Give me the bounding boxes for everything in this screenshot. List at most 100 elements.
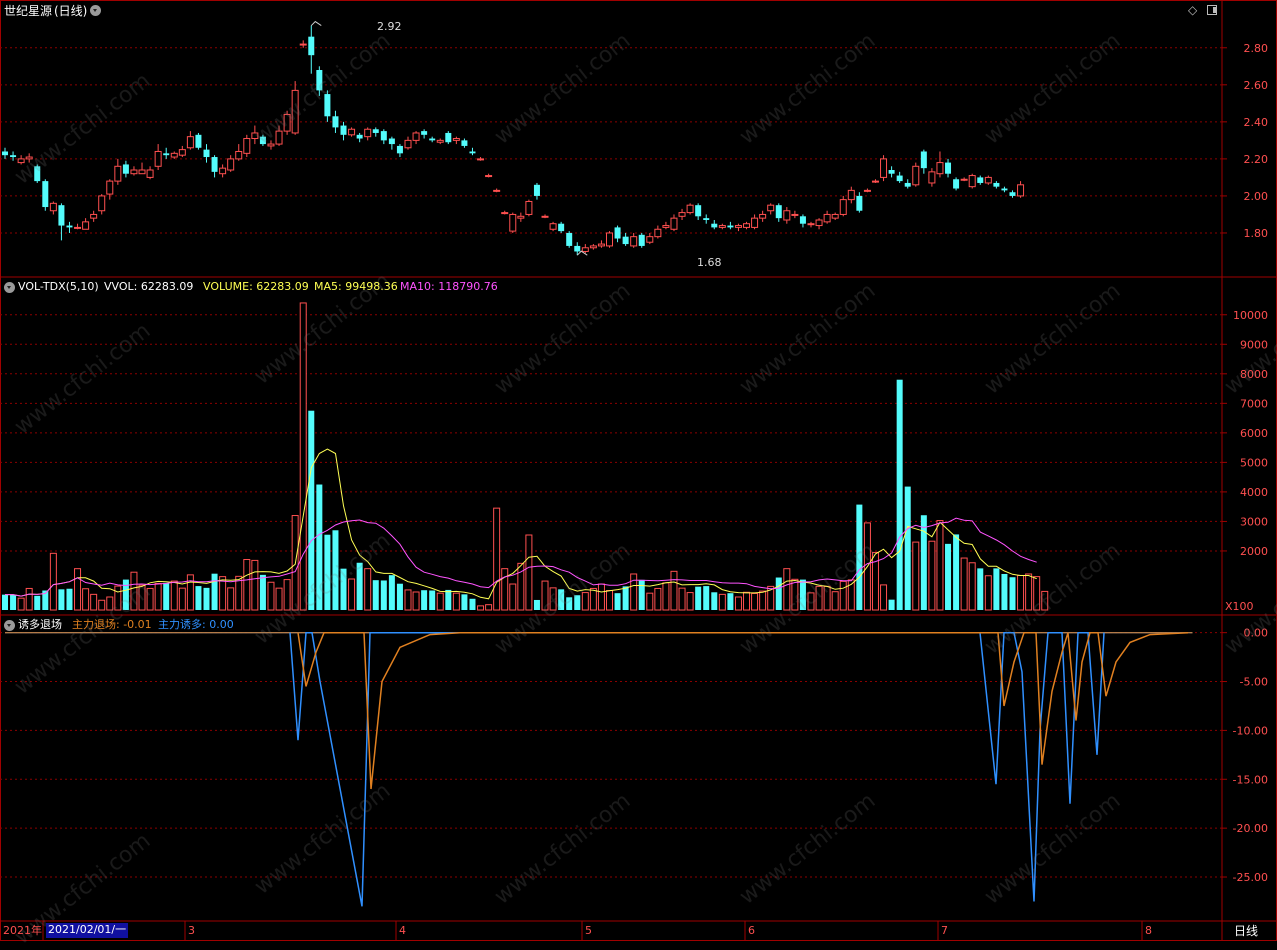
volume-bar: [655, 588, 661, 610]
volume-bar: [18, 598, 24, 610]
candle-body: [695, 205, 701, 216]
candle-body: [590, 246, 596, 248]
period-label: (日线): [54, 4, 87, 18]
candle-body: [204, 150, 210, 157]
ma10-value: MA10: 118790.76: [400, 280, 498, 294]
candle-body: [1018, 185, 1024, 196]
candle-body: [42, 181, 48, 207]
volume-bar: [921, 515, 927, 610]
candle-body: [735, 226, 741, 228]
candle-body: [58, 205, 64, 225]
candle-body: [582, 248, 588, 252]
candle-body: [897, 176, 903, 182]
chevron-down-icon[interactable]: [90, 5, 101, 16]
candle-body: [405, 140, 411, 147]
volume-bar: [260, 575, 266, 610]
candle-body: [872, 181, 878, 182]
candle-body: [848, 190, 854, 199]
chart-stage[interactable]: 1.802.002.202.402.602.802000300040005000…: [0, 0, 1277, 941]
candle-body: [671, 218, 677, 229]
candle-body: [365, 129, 371, 136]
chevron-down-icon[interactable]: [4, 620, 15, 631]
volume-bar: [75, 569, 81, 610]
period-button[interactable]: 日线: [1234, 924, 1258, 938]
candle-body: [155, 151, 161, 166]
candle-body: [50, 203, 56, 210]
candle-body: [639, 235, 645, 246]
candle-body: [357, 135, 363, 139]
candle-body: [453, 139, 459, 141]
candle-body: [131, 170, 137, 174]
price-tick-label: 2.20: [1244, 153, 1269, 166]
volume-bar: [598, 584, 604, 610]
indicator-name: 诱多退场: [18, 618, 62, 632]
volume-bar: [50, 553, 56, 610]
candle-body: [856, 196, 862, 211]
candle-body: [429, 139, 435, 141]
volume-bar: [615, 593, 621, 610]
volume-bar: [719, 594, 725, 610]
candle-body: [615, 227, 621, 238]
chart-canvas[interactable]: 1.802.002.202.402.602.802000300040005000…: [0, 0, 1277, 941]
candle-body: [91, 214, 97, 218]
volume-bar: [26, 588, 32, 610]
chevron-down-icon[interactable]: [4, 282, 15, 293]
candle-body: [977, 177, 983, 183]
volume-bar: [1018, 575, 1024, 610]
month-label: 8: [1145, 924, 1152, 938]
indicator-tick-label: -5.00: [1240, 676, 1268, 689]
volume-bar: [937, 521, 943, 610]
candle-body: [518, 216, 524, 218]
volume-bar: [486, 605, 492, 610]
candle-body: [719, 226, 725, 228]
candle-body: [631, 237, 637, 246]
price-tick-label: 2.60: [1244, 79, 1269, 92]
candle-body: [421, 131, 427, 135]
month-label: 7: [941, 924, 948, 938]
volume-bar: [735, 597, 741, 610]
volume-bar: [647, 593, 653, 610]
candle-body: [816, 220, 822, 226]
volume-bar: [727, 593, 733, 610]
candle-body: [985, 177, 991, 183]
candle-body: [171, 153, 177, 157]
candle-body: [687, 205, 693, 212]
candle-body: [607, 233, 613, 246]
exit-spikes: [298, 633, 1188, 789]
volume-tick-label: 10000: [1233, 309, 1268, 322]
month-label: 4: [399, 924, 406, 938]
candle-body: [10, 155, 16, 157]
candle-body: [655, 229, 661, 236]
candle-body: [1010, 192, 1016, 196]
volume-bar: [461, 594, 467, 610]
indicator-tick-label: -20.00: [1233, 822, 1268, 835]
volume-bar: [244, 560, 250, 610]
lure-spikes: [290, 633, 1104, 907]
volume-bar: [252, 560, 258, 610]
diamond-icon[interactable]: ◇: [1188, 3, 1197, 17]
volume-tick-label: 5000: [1240, 456, 1268, 469]
volume-bar: [744, 592, 750, 610]
volume-bar: [413, 592, 419, 610]
volume-bar: [897, 380, 903, 610]
candle-body: [461, 140, 467, 146]
volume-bar: [397, 584, 403, 610]
volume-bar: [437, 593, 443, 610]
candle-body: [623, 237, 629, 244]
volume-bar: [2, 595, 8, 610]
exit-value: 主力退场: -0.01: [72, 618, 152, 632]
candle-body: [107, 181, 113, 194]
candle-body: [558, 224, 564, 231]
volume-bar: [969, 563, 975, 610]
candle-body: [840, 200, 846, 215]
volume-bar: [365, 569, 371, 610]
volume-bar: [381, 580, 387, 610]
candle-body: [832, 214, 838, 218]
volume-bar: [421, 590, 427, 610]
panel-toggle-icon[interactable]: [1207, 5, 1217, 15]
volume-bar: [607, 591, 613, 610]
candle-body: [381, 131, 387, 140]
lure-value: 主力诱多: 0.00: [158, 618, 234, 632]
volume-bar: [171, 581, 177, 610]
month-label: 5: [585, 924, 592, 938]
